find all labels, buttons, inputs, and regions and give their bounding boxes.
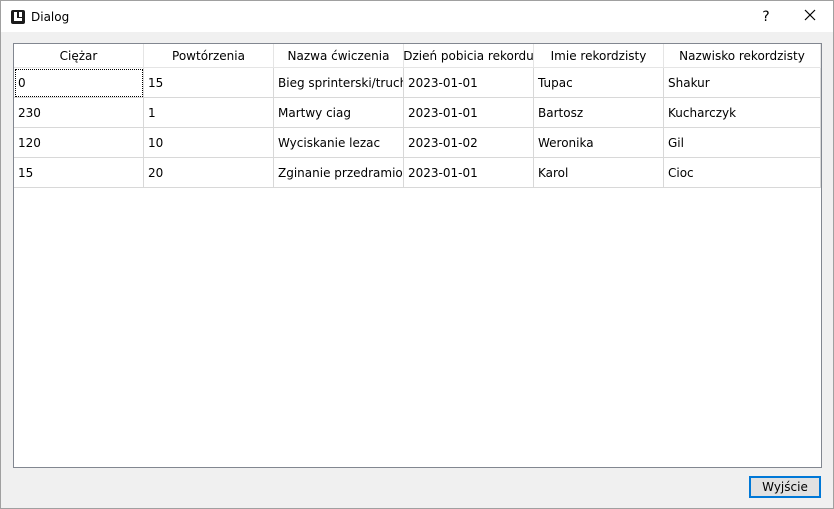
close-button[interactable]	[787, 1, 833, 32]
column-header-nazwa-cwiczenia[interactable]: Nazwa ćwiczenia	[274, 44, 404, 68]
table-cell[interactable]: Gil	[664, 128, 821, 158]
table-row[interactable]: 120 10 Wyciskanie lezac 2023-01-02 Weron…	[14, 128, 821, 158]
table-row[interactable]: 15 20 Zginanie przedramion 2023-01-01 Ka…	[14, 158, 821, 188]
column-header-imie[interactable]: Imie rekordzisty	[534, 44, 664, 68]
table-cell[interactable]: 2023-01-01	[404, 158, 534, 188]
table-cell[interactable]: 120	[14, 128, 144, 158]
dialog-window: Dialog ? Ciężar Powtórzenia Nazwa ćwicze…	[0, 0, 834, 509]
app-icon	[10, 9, 26, 25]
table-cell[interactable]: 20	[144, 158, 274, 188]
table-row[interactable]: 0 15 Bieg sprinterski/trucht 2023-01-01 …	[14, 68, 821, 98]
table-cell[interactable]: Martwy ciag	[274, 98, 404, 128]
table-cell[interactable]: 230	[14, 98, 144, 128]
close-icon	[804, 9, 816, 24]
table-cell[interactable]: 0	[14, 68, 144, 98]
column-header-dzien-pobicia[interactable]: Dzień pobicia rekordu	[404, 44, 534, 68]
table-body: 0 15 Bieg sprinterski/trucht 2023-01-01 …	[14, 68, 821, 188]
table-cell[interactable]: Bieg sprinterski/trucht	[274, 68, 404, 98]
table-cell[interactable]: 15	[14, 158, 144, 188]
table-cell[interactable]: Bartosz	[534, 98, 664, 128]
column-header-ciezar[interactable]: Ciężar	[14, 44, 144, 68]
table-row[interactable]: 230 1 Martwy ciag 2023-01-01 Bartosz Kuc…	[14, 98, 821, 128]
table-cell[interactable]: Zginanie przedramion	[274, 158, 404, 188]
table-cell[interactable]: 10	[144, 128, 274, 158]
table-cell[interactable]: 2023-01-01	[404, 68, 534, 98]
table-cell[interactable]: 15	[144, 68, 274, 98]
table-cell[interactable]: Kucharczyk	[664, 98, 821, 128]
table-header: Ciężar Powtórzenia Nazwa ćwiczenia Dzień…	[14, 44, 821, 68]
table-cell[interactable]: 2023-01-02	[404, 128, 534, 158]
help-button[interactable]: ?	[743, 1, 789, 32]
title-bar[interactable]: Dialog ?	[1, 1, 833, 32]
table-cell[interactable]: Karol	[534, 158, 664, 188]
exit-button[interactable]: Wyjście	[749, 476, 821, 498]
column-header-nazwisko[interactable]: Nazwisko rekordzisty	[664, 44, 821, 68]
table-cell[interactable]: Tupac	[534, 68, 664, 98]
window-title: Dialog	[31, 10, 70, 24]
help-label: ?	[762, 8, 770, 25]
table-cell[interactable]: Shakur	[664, 68, 821, 98]
records-table[interactable]: Ciężar Powtórzenia Nazwa ćwiczenia Dzień…	[13, 43, 822, 468]
table-cell[interactable]: Wyciskanie lezac	[274, 128, 404, 158]
table-cell[interactable]: 2023-01-01	[404, 98, 534, 128]
table-cell[interactable]: Cioc	[664, 158, 821, 188]
table-cell[interactable]: Weronika	[534, 128, 664, 158]
table-cell[interactable]: 1	[144, 98, 274, 128]
column-header-powtorzenia[interactable]: Powtórzenia	[144, 44, 274, 68]
